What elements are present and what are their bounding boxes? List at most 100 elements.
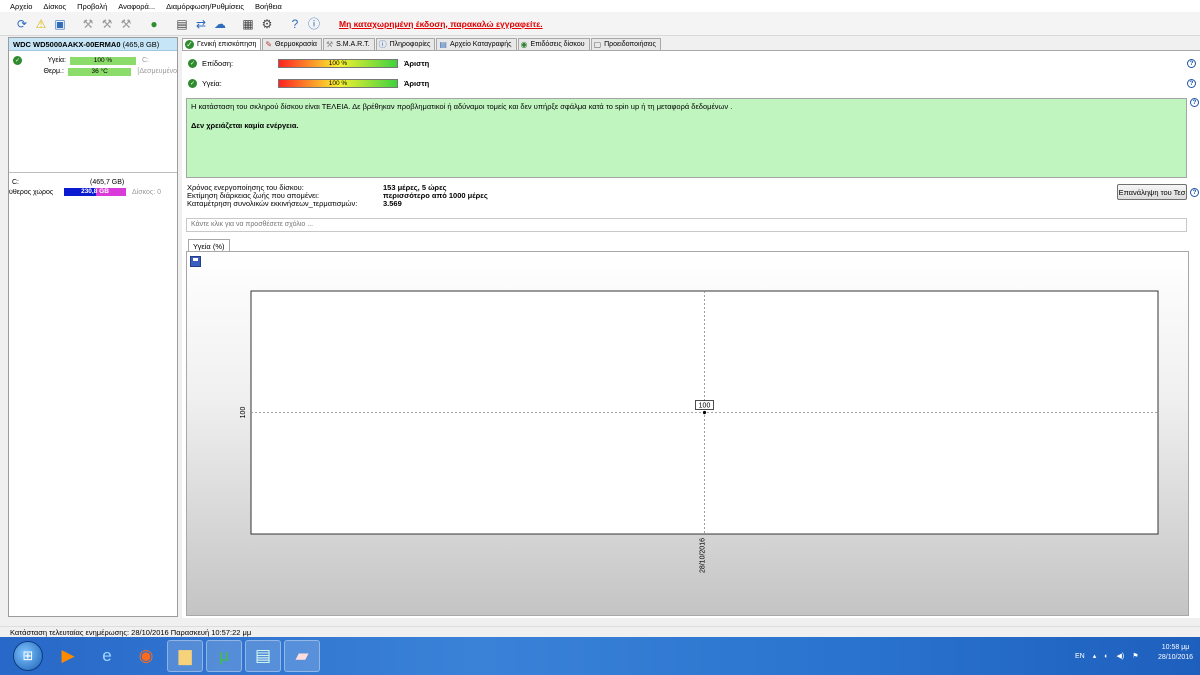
performance-row: ✓ Επίδοση: 100 % Άριστη — [188, 57, 429, 69]
menu-settings[interactable]: Διαμόρφωση/Ρυθμίσεις — [166, 2, 244, 11]
disk-temp-extra: [Δεσμευμένο — [137, 68, 177, 75]
firefox-icon[interactable]: ◉ — [128, 640, 164, 672]
monitor-app-icon[interactable]: ▤ — [245, 640, 281, 672]
toolbar-separator — [231, 16, 237, 32]
performance-bar: 100 % — [278, 58, 398, 68]
hdd-app-icon[interactable]: ▰ — [284, 640, 320, 672]
disk-health-extra: C: — [142, 57, 149, 64]
clock-date: 28/10/2016 — [1158, 654, 1194, 661]
media-player-icon[interactable]: ▶ — [50, 640, 86, 672]
info-row: Καταμέτρηση συνολικών εκκινήσεων_τερματι… — [187, 199, 402, 208]
globe-icon[interactable]: ● — [146, 16, 162, 32]
system-tray: EN ▴ ◐ ◀) ⚑ — [1075, 637, 1146, 675]
partition-free-label: ύθερος χώρος — [9, 188, 54, 196]
tab-bar: ✓ Γενική επισκόπηση ✎ Θερμοκρασία ⚒ S.M.… — [182, 38, 662, 50]
screen-icon[interactable]: ▣ — [52, 16, 68, 32]
cloud-icon[interactable]: ☁ — [212, 16, 228, 32]
tray-arrow-icon[interactable]: ▴ — [1093, 652, 1097, 660]
volume-icon[interactable]: ◀) — [1116, 652, 1124, 660]
smart-icon: ⚒ — [325, 40, 334, 49]
menu-help[interactable]: Βοήθεια — [255, 2, 282, 11]
overview-panel: ✓ Επίδοση: 100 % Άριστη ? ✓ Υγεία: 100 %… — [182, 50, 1200, 618]
gear-icon[interactable]: ⚙ — [259, 16, 275, 32]
action-text: Δεν χρειάζεται καμία ενέργεια. — [191, 121, 299, 130]
info-icon[interactable]: ⓘ — [306, 16, 322, 32]
tab-info[interactable]: ⓘ Πληροφορίες — [375, 38, 436, 50]
toolbar: ⟳ ⚠ ▣ ⚒ ⚒ ⚒ ● ▤ ⇄ ☁ ▦ ⚙ ? ⓘ Μη καταχωρημ… — [0, 12, 1200, 36]
check-icon: ✓ — [188, 78, 197, 88]
partition-entry[interactable]: C: (465,7 GB) ύθερος χώρος 230,8 GB Δίσκ… — [9, 177, 177, 197]
disk-temp-bar: 36 °C — [67, 67, 132, 76]
performance-icon: ◉ — [520, 40, 528, 49]
log-icon: ▤ — [439, 40, 447, 49]
check-icon: ✓ — [185, 40, 194, 49]
status-bar: Κατάσταση τελευταίας ενημέρωσης: 28/10/2… — [0, 626, 1200, 637]
health-bar: 100 % — [278, 78, 398, 88]
start-orb-icon[interactable]: ⊞ — [13, 641, 43, 671]
tab-performance[interactable]: ◉ Επιδόσεις δίσκου — [517, 38, 590, 50]
toolbar-separator — [165, 16, 171, 32]
status-text: Η κατάσταση του σκληρού δίσκου είναι ΤΕΛ… — [191, 102, 733, 111]
panel-divider — [9, 172, 177, 173]
clock-time: 10:58 μμ — [1161, 644, 1190, 651]
disk-temp-label: Θερμ.: — [43, 68, 64, 75]
registration-warning-link[interactable]: Μη καταχωρημένη έκδοση, παρακαλώ εγγραφε… — [339, 19, 543, 29]
info-icon: ⓘ — [378, 40, 387, 49]
retest-button[interactable]: Επανάληψη του Τεσ — [1117, 184, 1187, 200]
hdd-gray-2-icon[interactable]: ⚒ — [99, 16, 115, 32]
toolbar-separator — [278, 16, 284, 32]
disk-temp-row: Θερμ.: 36 °C [Δεσμευμένο — [9, 66, 177, 77]
health-row: ✓ Υγεία: 100 % Άριστη — [188, 77, 429, 89]
menu-bar: Αρχείο Δίσκος Προβολή Αναφορά... Διαμόρφ… — [0, 0, 1200, 12]
tab-log[interactable]: ▤ Αρχείο Καταγραφής — [436, 38, 517, 50]
taskbar: ⊞ ▶ e ◉ ▆ µ ▤ ▰ EN ▴ ◐ ◀) ⚑ 10:58 μμ 28/… — [0, 637, 1200, 675]
menu-file[interactable]: Αρχείο — [10, 2, 32, 11]
monitor-icon[interactable]: ▦ — [240, 16, 256, 32]
help-icon[interactable]: ? — [287, 16, 303, 32]
disk-info-block: Χρόνος ενεργοποίησης του δίσκου: 153 μέρ… — [187, 184, 488, 208]
tray-app-icon[interactable]: ◐ — [1104, 653, 1108, 660]
health-chart: 100 28/10/2016 100 — [240, 290, 1159, 573]
language-indicator[interactable]: EN — [1075, 653, 1085, 660]
tab-alerts[interactable]: ▢ Προειδοποιήσεις — [590, 38, 661, 50]
data-point — [702, 410, 707, 415]
disk-health-row: ✓ Υγεία: 100 % C: — [9, 55, 177, 66]
status-summary-box: Η κατάσταση του σκληρού δίσκου είναι ΤΕΛ… — [186, 98, 1187, 178]
clock[interactable]: 10:58 μμ 28/10/2016 — [1158, 643, 1193, 663]
menu-report[interactable]: Αναφορά... — [118, 2, 155, 11]
menu-disk[interactable]: Δίσκος — [43, 2, 66, 11]
x-tick-label: 28/10/2016 — [700, 538, 707, 573]
partition-size: (465,7 GB) — [90, 178, 125, 186]
tab-overview[interactable]: ✓ Γενική επισκόπηση — [182, 38, 262, 50]
toolbar-separator — [137, 16, 143, 32]
flag-icon[interactable]: ⚑ — [1132, 652, 1138, 660]
utorrent-icon[interactable]: µ — [206, 640, 242, 672]
warning-icon[interactable]: ⚠ — [33, 16, 49, 32]
folder-icon[interactable]: ▆ — [167, 640, 203, 672]
partition-disk-label: Δίσκος: 0 — [132, 188, 162, 196]
alert-icon: ▢ — [593, 40, 602, 49]
disk-health-label: Υγεία: — [47, 57, 66, 64]
data-label: 100 — [699, 403, 711, 410]
help-icon[interactable]: ? — [1187, 59, 1196, 68]
performance-label: Επίδοση: — [202, 58, 234, 68]
performance-verdict: Άριστη — [404, 58, 430, 68]
hdd-gray-icon[interactable]: ⚒ — [80, 16, 96, 32]
help-icon[interactable]: ? — [1190, 188, 1199, 197]
internet-explorer-icon[interactable]: e — [89, 640, 125, 672]
tab-smart[interactable]: ⚒ S.M.A.R.T. — [322, 38, 375, 50]
disk-health-bar: 100 % — [70, 56, 136, 65]
document-icon[interactable]: ▤ — [174, 16, 190, 32]
comment-input[interactable]: Κάντε κλικ για να προσθέσετε σχόλιο ... — [186, 218, 1187, 232]
hdd-gray-3-icon[interactable]: ⚒ — [118, 16, 134, 32]
tab-temperature[interactable]: ✎ Θερμοκρασία — [262, 38, 322, 50]
disk-entry-header[interactable]: WDC WD5000AAKX-00ERMA0 (465,8 GB) — [9, 38, 177, 51]
disk-list-panel: WDC WD5000AAKX-00ERMA0 (465,8 GB) ✓ Υγεί… — [8, 37, 178, 617]
help-icon[interactable]: ? — [1187, 79, 1196, 88]
help-icon[interactable]: ? — [1190, 98, 1199, 107]
menu-view[interactable]: Προβολή — [77, 2, 107, 11]
check-icon: ✓ — [13, 56, 22, 65]
sync-icon[interactable]: ⇄ — [193, 16, 209, 32]
refresh-icon[interactable]: ⟳ — [14, 16, 30, 32]
disk-size: (465,8 GB) — [122, 40, 160, 49]
